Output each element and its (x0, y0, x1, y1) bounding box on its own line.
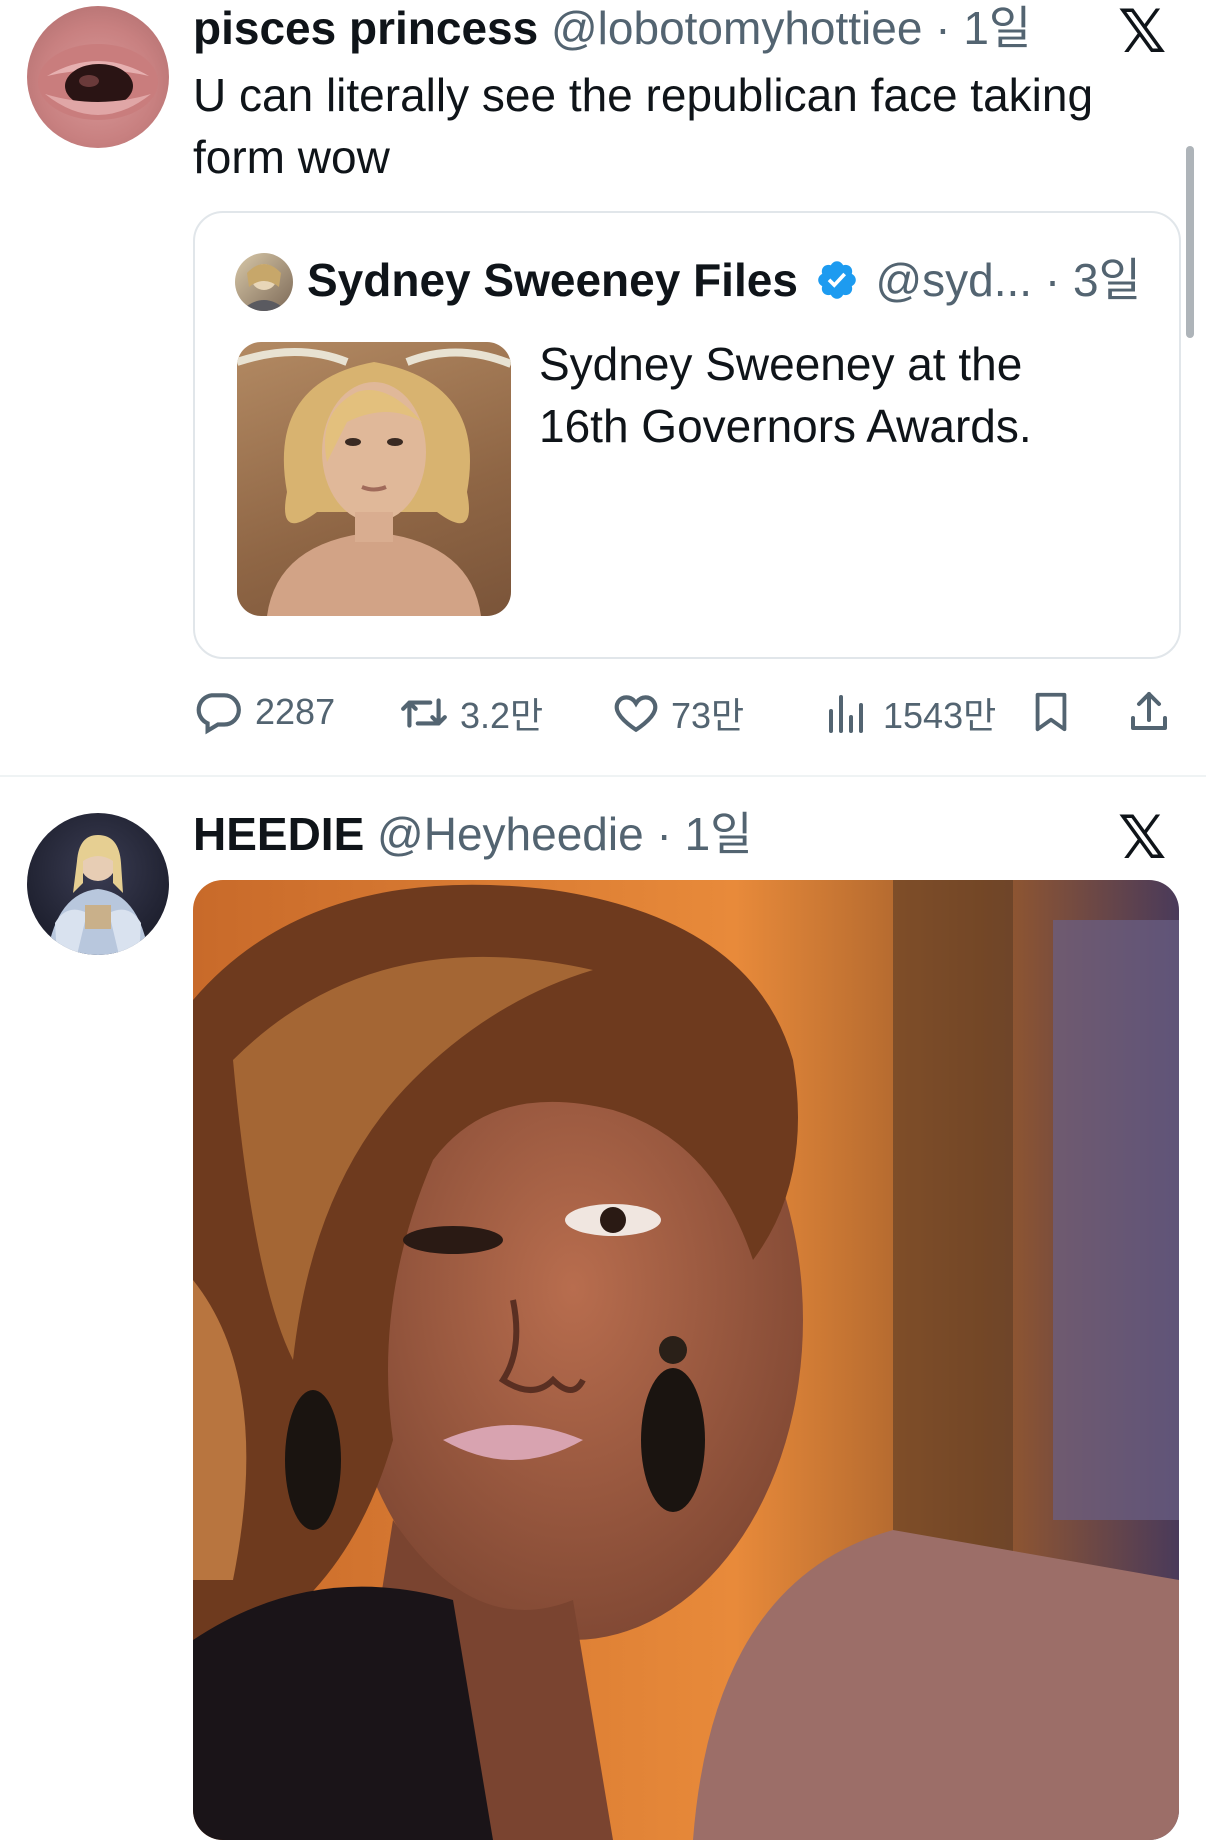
display-name[interactable]: pisces princess (193, 2, 538, 54)
avatar-lips-image (38, 44, 158, 120)
quoted-text-line: Sydney Sweeney at the (539, 338, 1023, 390)
x-logo-icon: 𝕏 (1118, 0, 1167, 67)
like-count: 73만 (671, 695, 745, 736)
tweet-text-line: form wow (193, 131, 390, 183)
reply-button[interactable]: 2287 (193, 687, 335, 737)
quoted-user-avatar (235, 253, 293, 311)
timestamp[interactable]: 1일 (685, 808, 753, 860)
tweet-header: pisces princess @lobotomyhottiee · 1일 (193, 0, 1031, 56)
user-handle[interactable]: @Heyheedie (377, 808, 644, 860)
photo-image (237, 348, 511, 616)
bookmark-icon (1035, 692, 1067, 732)
tweet-card[interactable]: HEEDIE @Heyheedie · 1일 𝕏 (0, 778, 1206, 1840)
x-logo-icon: 𝕏 (1118, 803, 1167, 873)
user-avatar[interactable] (27, 6, 169, 148)
avatar-portrait-image (47, 835, 149, 955)
timestamp[interactable]: 1일 (963, 2, 1031, 54)
user-handle[interactable]: @lobotomyhottiee (551, 2, 922, 54)
quoted-tweet[interactable]: Sydney Sweeney Files @syd... · 3일 Sydney… (193, 211, 1181, 659)
avatar-portrait-image (241, 264, 287, 311)
tweet-header: HEEDIE @Heyheedie · 1일 (193, 806, 752, 862)
quoted-tweet-thumbnail[interactable] (237, 342, 511, 616)
tweet-card[interactable]: pisces princess @lobotomyhottiee · 1일 𝕏 … (0, 0, 1206, 776)
video-still-image (193, 880, 1179, 1840)
display-name[interactable]: HEEDIE (193, 808, 364, 860)
quoted-tweet-text: Sydney Sweeney at the 16th Governors Awa… (539, 333, 1032, 457)
separator-dot: · (935, 2, 951, 54)
share-icon (1131, 692, 1167, 730)
tweet-text-line: U can literally see the republican face … (193, 69, 1094, 121)
repost-count: 3.2만 (460, 695, 544, 736)
quoted-timestamp: 3일 (1072, 254, 1141, 306)
verified-badge-icon (815, 255, 859, 317)
tweet-media[interactable] (193, 880, 1179, 1840)
views-icon (829, 695, 863, 733)
reply-icon (196, 693, 241, 735)
repost-button[interactable]: 3.2만 (398, 687, 543, 739)
tweet-text: U can literally see the republican face … (193, 64, 1093, 188)
quoted-display-name: Sydney Sweeney Files (307, 254, 798, 306)
reply-count: 2287 (255, 691, 336, 732)
share-button[interactable] (1125, 687, 1173, 737)
tweet-actions: 2287 3.2만 73만 1543만 (193, 683, 1177, 741)
user-avatar[interactable] (27, 813, 169, 955)
heart-icon (614, 695, 658, 733)
repost-icon (401, 698, 447, 728)
quoted-tweet-header: Sydney Sweeney Files @syd... · 3일 (307, 249, 1141, 317)
views-count: 1543만 (883, 695, 997, 736)
quoted-text-line: 16th Governors Awards. (539, 400, 1032, 452)
like-button[interactable]: 73만 (611, 687, 744, 739)
tweet-divider (0, 775, 1206, 777)
scrollbar[interactable] (1186, 146, 1194, 338)
separator-dot: · (1044, 254, 1061, 306)
views-button[interactable]: 1543만 (823, 687, 996, 739)
bookmark-button[interactable] (1028, 687, 1074, 737)
quoted-user-handle: @syd... (875, 254, 1033, 306)
separator-dot: · (656, 808, 672, 860)
